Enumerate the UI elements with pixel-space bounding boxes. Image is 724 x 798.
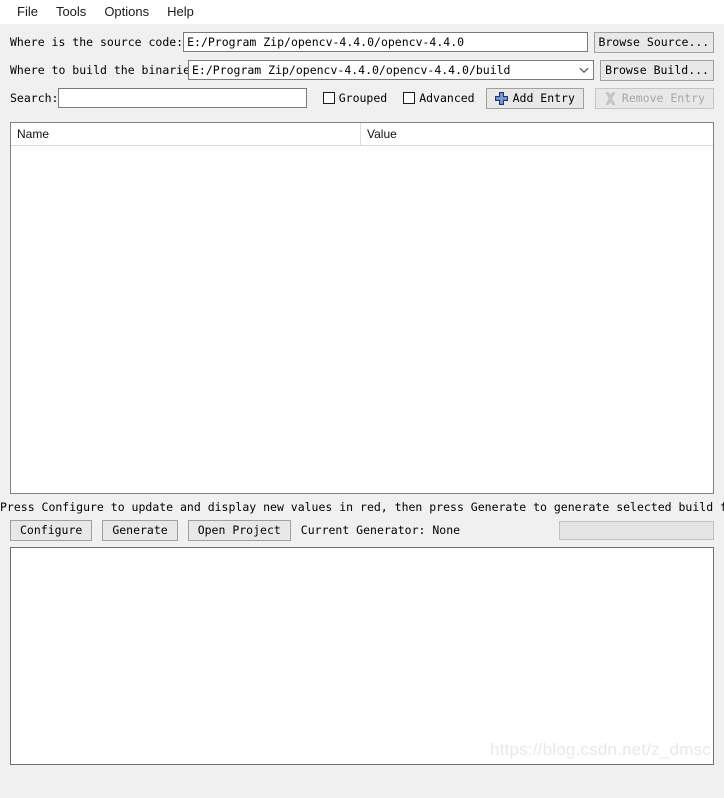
menu-bar: File Tools Options Help: [0, 0, 724, 24]
menu-tools[interactable]: Tools: [47, 2, 95, 22]
output-console[interactable]: https://blog.csdn.net/z_dmsc: [10, 547, 714, 765]
browse-build-button[interactable]: Browse Build...: [600, 59, 714, 81]
advanced-checkbox[interactable]: Advanced: [403, 91, 475, 105]
build-binaries-combo[interactable]: E:/Program Zip/opencv-4.4.0/opencv-4.4.0…: [188, 60, 595, 80]
menu-help[interactable]: Help: [158, 2, 203, 22]
remove-x-icon: [605, 91, 616, 105]
plus-icon: [494, 91, 508, 105]
path-form-area: Where is the source code: E:/Program Zip…: [0, 24, 724, 118]
grouped-checkbox[interactable]: Grouped: [322, 91, 388, 105]
add-entry-button[interactable]: Add Entry: [485, 87, 584, 109]
source-code-label: Where is the source code:: [10, 35, 184, 49]
cache-table-header: Name Value: [11, 123, 713, 146]
advanced-checkbox-label: Advanced: [419, 91, 475, 105]
source-code-input[interactable]: E:/Program Zip/opencv-4.4.0/opencv-4.4.0: [183, 32, 588, 52]
build-binaries-value: E:/Program Zip/opencv-4.4.0/opencv-4.4.0…: [192, 63, 511, 77]
watermark-text: https://blog.csdn.net/z_dmsc: [489, 740, 711, 759]
build-binaries-label: Where to build the binaries:: [10, 63, 204, 77]
source-code-row: Where is the source code: E:/Program Zip…: [10, 30, 714, 54]
add-entry-label: Add Entry: [512, 91, 575, 105]
grouped-checkbox-label: Grouped: [338, 91, 388, 105]
configure-button[interactable]: Configure: [10, 519, 93, 541]
configure-hint-text: Press Configure to update and display ne…: [0, 500, 724, 514]
browse-source-button[interactable]: Browse Source...: [593, 31, 714, 53]
build-binaries-row: Where to build the binaries: E:/Program …: [10, 58, 714, 82]
cache-table-body[interactable]: [11, 146, 713, 493]
advanced-checkbox-box[interactable]: [403, 92, 416, 104]
search-row: Search: Grouped Advanced Add Entry Remov…: [10, 86, 714, 110]
menu-file[interactable]: File: [8, 2, 47, 22]
column-header-name[interactable]: Name: [11, 123, 361, 145]
open-project-button[interactable]: Open Project: [187, 519, 291, 541]
chevron-down-icon[interactable]: [579, 65, 589, 75]
remove-entry-label: Remove Entry: [621, 91, 705, 105]
search-input[interactable]: [58, 88, 307, 108]
search-label: Search:: [10, 91, 59, 105]
column-header-value[interactable]: Value: [361, 123, 713, 145]
grouped-checkbox-box[interactable]: [322, 92, 335, 104]
generate-button[interactable]: Generate: [102, 519, 178, 541]
current-generator-text: Current Generator: None: [300, 523, 461, 537]
action-button-row: Configure Generate Open Project Current …: [0, 519, 724, 541]
progress-bar: [559, 520, 714, 540]
cache-entries-table[interactable]: Name Value: [10, 122, 714, 494]
remove-entry-button[interactable]: Remove Entry: [594, 87, 714, 109]
menu-options[interactable]: Options: [95, 2, 158, 22]
